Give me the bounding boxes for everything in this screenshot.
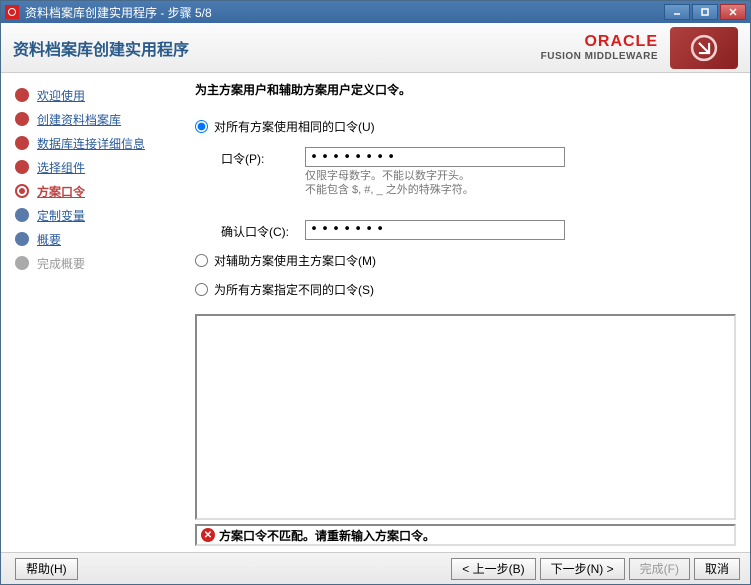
radio-aux-label[interactable]: 对辅助方案使用主方案口令(M) xyxy=(214,252,376,269)
app-icon xyxy=(5,5,19,19)
step-label: 创建资料档案库 xyxy=(37,111,121,128)
step-welcome[interactable]: 欢迎使用 xyxy=(15,83,187,107)
step-db-connect[interactable]: 数据库连接详细信息 xyxy=(15,131,187,155)
brand-fusion: FUSION MIDDLEWARE xyxy=(541,51,658,62)
error-text: 方案口令不匹配。请重新输入方案口令。 xyxy=(219,527,435,544)
window-controls xyxy=(664,4,746,20)
radio-aux-password-row: 对辅助方案使用主方案口令(M) xyxy=(195,252,736,269)
step-current-icon xyxy=(15,184,29,198)
finish-label: 完成(F) xyxy=(640,560,679,577)
step-schema-password[interactable]: 方案口令 xyxy=(15,179,187,203)
radio-same-password[interactable] xyxy=(195,120,208,133)
step-label: 定制变量 xyxy=(37,207,85,224)
help-button[interactable]: 帮助(H) xyxy=(15,558,78,580)
step-pending-icon xyxy=(15,208,29,222)
brand-area: ORACLE FUSION MIDDLEWARE xyxy=(541,27,738,69)
minimize-button[interactable] xyxy=(664,4,690,20)
confirm-label: 确认口令(C): xyxy=(221,220,305,240)
password-row: 口令(P): 仅限字母数字。不能以数字开头。 不能包含 $, #, _ 之外的特… xyxy=(221,147,736,198)
brand-logo-icon xyxy=(670,27,738,69)
app-window: 资料档案库创建实用程序 - 步骤 5/8 资料档案库创建实用程序 ORACLE … xyxy=(0,0,751,585)
radio-same-password-row: 对所有方案使用相同的口令(U) xyxy=(195,118,736,135)
step-label: 完成概要 xyxy=(37,255,85,272)
step-done-icon xyxy=(15,136,29,150)
window-title: 资料档案库创建实用程序 - 步骤 5/8 xyxy=(25,4,664,21)
password-col: 仅限字母数字。不能以数字开头。 不能包含 $, #, _ 之外的特殊字符。 xyxy=(305,147,736,198)
back-button[interactable]: < 上一步(B) xyxy=(451,558,535,580)
radio-diff-password[interactable] xyxy=(195,283,208,296)
radio-aux-text: 对辅助方案使用主方案口令(M) xyxy=(214,254,376,268)
step-done-icon xyxy=(15,112,29,126)
error-bar: ✕ 方案口令不匹配。请重新输入方案口令。 xyxy=(195,524,736,546)
hint-line2: 不能包含 $, #, _ 之外的特殊字符。 xyxy=(305,183,736,197)
title-bar: 资料档案库创建实用程序 - 步骤 5/8 xyxy=(1,1,750,23)
step-label: 欢迎使用 xyxy=(37,87,85,104)
finish-button: 完成(F) xyxy=(629,558,690,580)
wizard-steps-sidebar: 欢迎使用 创建资料档案库 数据库连接详细信息 选择组件 方案口令 定制变量 xyxy=(1,73,187,552)
radio-same-text: 对所有方案使用相同的口令(U) xyxy=(214,120,375,134)
error-icon: ✕ xyxy=(201,528,215,542)
step-done-icon xyxy=(15,160,29,174)
header: 资料档案库创建实用程序 ORACLE FUSION MIDDLEWARE xyxy=(1,23,750,73)
radio-diff-label[interactable]: 为所有方案指定不同的口令(S) xyxy=(214,281,374,298)
password-hint: 仅限字母数字。不能以数字开头。 不能包含 $, #, _ 之外的特殊字符。 xyxy=(305,169,736,198)
next-button[interactable]: 下一步(N) > xyxy=(540,558,625,580)
step-select-components[interactable]: 选择组件 xyxy=(15,155,187,179)
next-label: 下一步(N) > xyxy=(551,560,614,577)
close-icon xyxy=(728,7,738,17)
step-label: 方案口令 xyxy=(37,183,85,200)
maximize-button[interactable] xyxy=(692,4,718,20)
page-title: 资料档案库创建实用程序 xyxy=(13,36,189,60)
radio-diff-text: 为所有方案指定不同的口令(S) xyxy=(214,283,374,297)
password-input[interactable] xyxy=(305,147,565,167)
confirm-password-input[interactable] xyxy=(305,220,565,240)
step-disabled-icon xyxy=(15,256,29,270)
radio-aux-password[interactable] xyxy=(195,254,208,267)
help-label: 帮助(H) xyxy=(26,560,67,577)
step-label: 选择组件 xyxy=(37,159,85,176)
step-pending-icon xyxy=(15,232,29,246)
confirm-row: 确认口令(C): xyxy=(221,220,736,240)
step-label: 数据库连接详细信息 xyxy=(37,135,145,152)
cancel-button[interactable]: 取消 xyxy=(694,558,740,580)
step-done-icon xyxy=(15,88,29,102)
close-button[interactable] xyxy=(720,4,746,20)
brand-text: ORACLE FUSION MIDDLEWARE xyxy=(541,33,658,62)
minimize-icon xyxy=(672,7,682,17)
step-create-repo[interactable]: 创建资料档案库 xyxy=(15,107,187,131)
password-label: 口令(P): xyxy=(221,147,305,167)
step-summary[interactable]: 概要 xyxy=(15,227,187,251)
back-label: < 上一步(B) xyxy=(462,560,524,577)
maximize-icon xyxy=(700,7,710,17)
body: 欢迎使用 创建资料档案库 数据库连接详细信息 选择组件 方案口令 定制变量 xyxy=(1,73,750,552)
content-panel: 为主方案用户和辅助方案用户定义口令。 对所有方案使用相同的口令(U) 口令(P)… xyxy=(187,73,750,552)
message-box xyxy=(195,314,736,520)
instruction-text: 为主方案用户和辅助方案用户定义口令。 xyxy=(195,81,736,98)
radio-same-label[interactable]: 对所有方案使用相同的口令(U) xyxy=(214,118,375,135)
brand-oracle: ORACLE xyxy=(541,33,658,51)
footer-button-bar: 帮助(H) < 上一步(B) 下一步(N) > 完成(F) 取消 xyxy=(1,552,750,584)
step-label: 概要 xyxy=(37,231,61,248)
cancel-label: 取消 xyxy=(705,560,729,577)
step-custom-vars[interactable]: 定制变量 xyxy=(15,203,187,227)
step-complete: 完成概要 xyxy=(15,251,187,275)
radio-diff-password-row: 为所有方案指定不同的口令(S) xyxy=(195,281,736,298)
hint-line1: 仅限字母数字。不能以数字开头。 xyxy=(305,169,736,183)
confirm-col xyxy=(305,220,736,240)
